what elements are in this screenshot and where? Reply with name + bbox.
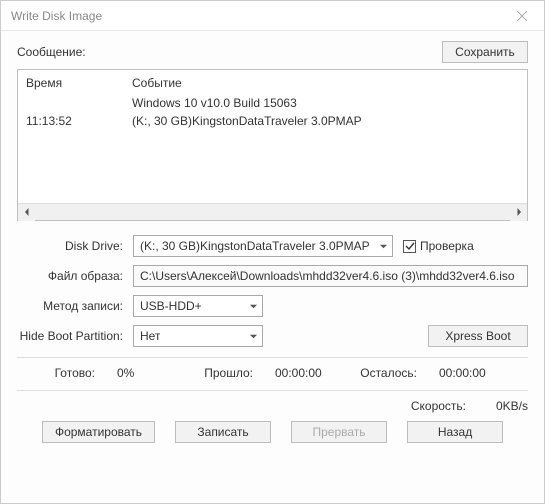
write-method-value: USB-HDD+: [140, 299, 202, 313]
content: Сообщение: Сохранить Время Событие Windo…: [1, 31, 544, 503]
scroll-track[interactable]: [35, 204, 510, 221]
chevron-left-icon: [23, 208, 31, 216]
format-button[interactable]: Форматировать: [42, 421, 155, 443]
back-button[interactable]: Назад: [407, 421, 503, 443]
elapsed-value: 00:00:00: [275, 366, 355, 380]
separator: [17, 390, 528, 391]
log-time: [26, 96, 132, 110]
image-file-label: Файл образа:: [17, 269, 133, 283]
image-file-value: C:\Users\Алексей\Downloads\mhdd32ver4.6.…: [140, 269, 515, 283]
write-method-select[interactable]: USB-HDD+: [133, 295, 263, 317]
verify-label: Проверка: [420, 239, 474, 253]
scroll-left-arrow[interactable]: [18, 204, 35, 221]
log-row: 11:13:52 (K:, 30 GB)KingstonDataTraveler…: [26, 112, 519, 130]
log-time: 11:13:52: [26, 114, 132, 128]
check-icon: [405, 241, 415, 251]
chevron-down-icon: [249, 302, 258, 311]
verify-checkbox-wrap[interactable]: Проверка: [403, 239, 474, 253]
chevron-down-icon: [249, 332, 258, 341]
save-button[interactable]: Сохранить: [442, 41, 528, 63]
write-method-label: Метод записи:: [17, 299, 133, 313]
close-icon: [517, 11, 527, 21]
close-button[interactable]: [508, 5, 536, 27]
log-header: Время Событие: [18, 70, 527, 94]
abort-button[interactable]: Прервать: [291, 421, 387, 443]
horizontal-scrollbar[interactable]: [18, 203, 527, 220]
ready-label: Готово:: [17, 366, 95, 380]
disk-drive-select[interactable]: (K:, 30 GB)KingstonDataTraveler 3.0PMAP: [133, 235, 393, 257]
speed-value: 0KB/s: [484, 399, 528, 413]
log-event: Windows 10 v10.0 Build 15063: [132, 96, 297, 110]
separator: [17, 357, 528, 358]
log-header-event: Событие: [132, 76, 182, 90]
hide-boot-value: Нет: [140, 329, 160, 343]
xpress-boot-button[interactable]: Xpress Boot: [428, 325, 528, 347]
window: Write Disk Image Сообщение: Сохранить Вр…: [0, 0, 545, 504]
chevron-right-icon: [515, 208, 523, 216]
chevron-down-icon: [379, 242, 388, 251]
action-row: Форматировать Записать Прервать Назад: [17, 421, 528, 443]
status-row: Готово: 0% Прошло: 00:00:00 Осталось: 00…: [17, 366, 528, 380]
speed-label: Скорость:: [411, 399, 466, 413]
hide-boot-select[interactable]: Нет: [133, 325, 263, 347]
log-panel: Время Событие Windows 10 v10.0 Build 150…: [17, 69, 528, 221]
disk-drive-label: Disk Drive:: [17, 239, 133, 253]
remaining-label: Осталось:: [355, 366, 417, 380]
log-header-time: Время: [26, 76, 132, 90]
message-label: Сообщение:: [17, 45, 86, 59]
remaining-value: 00:00:00: [439, 366, 486, 380]
log-row: Windows 10 v10.0 Build 15063: [26, 94, 519, 112]
speed-row: Скорость: 0KB/s: [17, 399, 528, 413]
ready-value: 0%: [117, 366, 187, 380]
verify-checkbox[interactable]: [403, 240, 416, 253]
elapsed-label: Прошло:: [187, 366, 253, 380]
write-button[interactable]: Записать: [175, 421, 271, 443]
titlebar: Write Disk Image: [1, 1, 544, 31]
scroll-right-arrow[interactable]: [510, 204, 527, 221]
image-file-field[interactable]: C:\Users\Алексей\Downloads\mhdd32ver4.6.…: [133, 265, 528, 287]
disk-drive-value: (K:, 30 GB)KingstonDataTraveler 3.0PMAP: [140, 239, 370, 253]
window-title: Write Disk Image: [11, 9, 102, 23]
log-event: (K:, 30 GB)KingstonDataTraveler 3.0PMAP: [132, 114, 362, 128]
form-area: Disk Drive: (K:, 30 GB)KingstonDataTrave…: [17, 235, 528, 443]
log-body: Windows 10 v10.0 Build 15063 11:13:52 (K…: [18, 94, 527, 203]
hide-boot-label: Hide Boot Partition:: [17, 329, 133, 343]
